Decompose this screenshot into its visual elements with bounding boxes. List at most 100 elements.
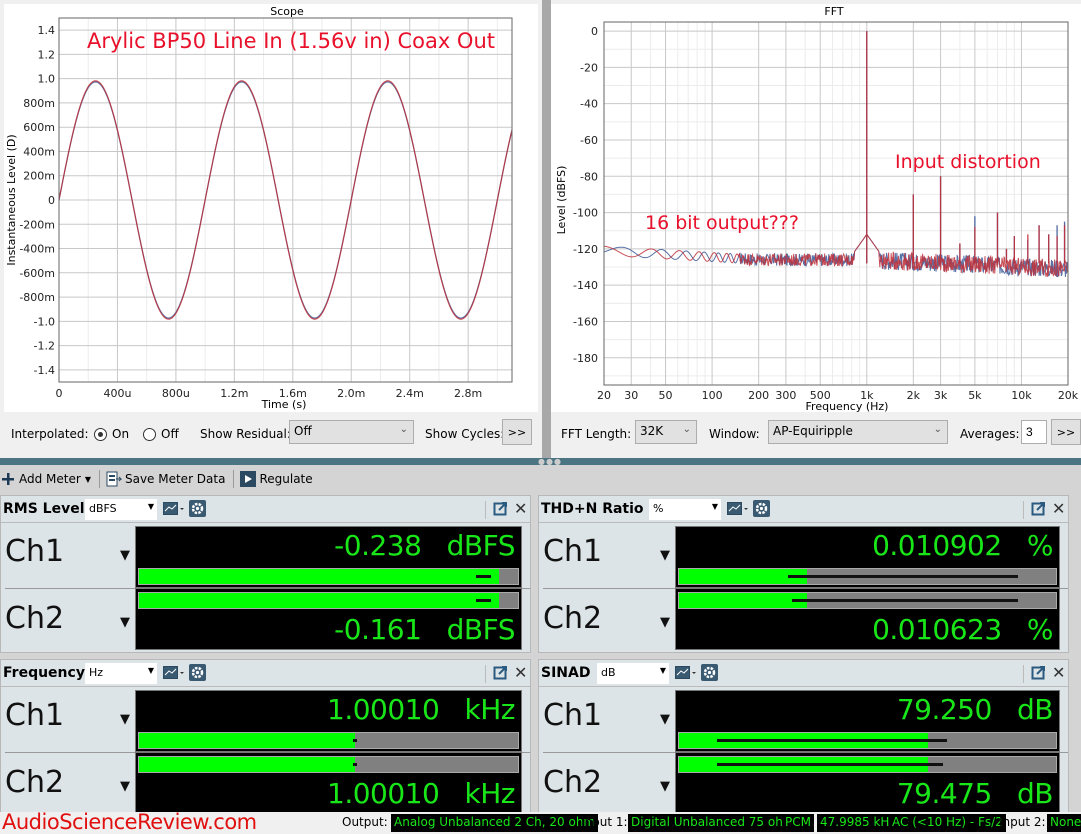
regulate-label: Regulate (259, 472, 313, 486)
scope-y-tick-label: -1.0 (34, 315, 55, 328)
close-icon[interactable]: ✕ (514, 499, 527, 518)
meter-title: RMS Level (3, 501, 85, 517)
scope-y-tick-label: -1.2 (34, 340, 55, 353)
meter-bar (138, 568, 519, 585)
save-meter-data-button[interactable]: Save Meter Data (106, 471, 225, 487)
horizontal-splitter[interactable]: ●●● (0, 458, 1081, 466)
meter-unit-select[interactable]: dBFS ▼ (85, 499, 157, 520)
interpolated-off-radio[interactable]: Off (143, 414, 179, 454)
graph-icon[interactable] (163, 665, 185, 681)
meter-display: 0.010902 % (675, 526, 1060, 588)
channel-label: Ch2 (5, 765, 65, 800)
fft-y-tick-label: -160 (573, 315, 598, 328)
meter-channel-ch2: Ch2 ▼ 1.00010 kHz (1, 752, 530, 816)
channel-menu-caret-icon[interactable]: ▼ (660, 615, 670, 630)
window-select[interactable]: AP-Equiripple ⌄ (768, 420, 948, 444)
fft-length-select[interactable]: 32K ⌄ (635, 420, 697, 444)
gear-icon[interactable] (189, 664, 206, 681)
channel-label: Ch2 (543, 765, 603, 800)
meter-unit-value: dBFS (89, 502, 117, 515)
meter-display: 79.475 dB (675, 752, 1060, 814)
show-residual-label: Show Residual: (200, 427, 291, 441)
meter-channel-ch2: Ch2 ▼ -0.161 dBFS (1, 588, 530, 652)
meter-unit-select[interactable]: dB ▼ (597, 663, 669, 684)
fft-length-value: 32K (640, 424, 664, 438)
meter-value: -0.238 (334, 529, 422, 562)
interpolated-on-radio[interactable]: On (94, 414, 129, 454)
meter-title: Frequency (3, 665, 85, 681)
graph-icon[interactable] (727, 501, 749, 517)
input2-value[interactable]: None (1047, 814, 1081, 832)
meter-channel-ch1: Ch1 ▼ 79.250 dB (539, 688, 1068, 753)
output-value[interactable]: Analog Unbalanced 2 Ch, 20 ohm (391, 814, 599, 832)
filter-value[interactable]: AC (<10 Hz) - Fs/2 (889, 814, 1006, 832)
scope-chart[interactable]: Scope 1.4 1.2 1.0 800m 600m 400m 200m 0 -200m -40… (4, 4, 538, 412)
caret-down-icon: ▼ (711, 502, 718, 511)
meter-bar-range (353, 763, 357, 766)
channel-label: Ch1 (543, 534, 603, 569)
show-cycles-label: Show Cycles: (425, 427, 505, 441)
toolbar-separator (98, 470, 100, 488)
channel-menu-caret-icon[interactable]: ▼ (660, 712, 670, 727)
format-value[interactable]: PCM (782, 814, 814, 832)
fft-annotation-distortion: Input distortion (895, 151, 1041, 173)
meter-value: 1.00010 (327, 777, 440, 810)
meter-display: 1.00010 kHz (135, 752, 522, 814)
popout-icon[interactable] (1031, 501, 1047, 517)
popout-icon[interactable] (1031, 665, 1047, 681)
header-separator (485, 501, 486, 519)
meter-bar (678, 732, 1057, 749)
show-residual-value: Off (294, 424, 312, 438)
fft-x-tick-label: 20 (597, 389, 611, 402)
channel-menu-caret-icon[interactable]: ▼ (120, 615, 130, 630)
graph-icon[interactable] (675, 665, 697, 681)
input1-value[interactable]: Digital Unbalanced 75 ohm (628, 814, 798, 832)
meter-readout: 1.00010 kHz (327, 693, 515, 726)
close-icon[interactable]: ✕ (1052, 663, 1065, 682)
fft-y-tick-label: 0 (591, 25, 598, 38)
gear-icon[interactable] (753, 500, 770, 517)
meter-readout: -0.238 dBFS (334, 529, 515, 562)
scope-y-tick-label: 800m (23, 97, 55, 110)
scope-y-axis-label: Instantaneous Level (D) (5, 134, 18, 265)
meter-value-unit: % (1026, 613, 1054, 646)
close-icon[interactable]: ✕ (514, 663, 527, 682)
channel-menu-caret-icon[interactable]: ▼ (120, 712, 130, 727)
fft-x-tick-label: 20k (1058, 389, 1079, 402)
scope-more-button[interactable]: >> (502, 419, 532, 445)
header-separator (1023, 501, 1024, 519)
meter-bar-range (476, 599, 492, 602)
popout-icon[interactable] (493, 665, 509, 681)
add-meter-button[interactable]: Add Meter ▼ (0, 471, 91, 487)
fft-more-button[interactable]: >> (1051, 419, 1081, 445)
meter-unit-select[interactable]: % ▼ (649, 499, 721, 520)
show-residual-select[interactable]: Off ⌄ (289, 420, 414, 444)
meter-header: Frequency Hz ▼ ✕ (1, 660, 530, 687)
fft-chart[interactable]: FFT 0 -20 -40 -60 -80 -100 -120 -140 -160 -180 20… (551, 4, 1081, 413)
regulate-button[interactable]: Regulate (240, 471, 313, 487)
meter-bar (678, 592, 1057, 609)
channel-menu-caret-icon[interactable]: ▼ (120, 548, 130, 563)
meter-bar (678, 756, 1057, 773)
input2-label: Input 2: (999, 815, 1046, 829)
meter-readout: 79.475 dB (897, 777, 1054, 810)
gear-icon[interactable] (701, 664, 718, 681)
channel-menu-caret-icon[interactable]: ▼ (660, 548, 670, 563)
close-icon[interactable]: ✕ (1052, 499, 1065, 518)
meter-channel-ch2: Ch2 ▼ 0.010623 % (539, 588, 1068, 652)
channel-menu-caret-icon[interactable]: ▼ (660, 779, 670, 794)
samplerate-value[interactable]: 47.9985 kHz (817, 814, 899, 832)
channel-menu-caret-icon[interactable]: ▼ (120, 779, 130, 794)
meter-bar (138, 732, 519, 749)
meter-bar-fill (139, 733, 356, 748)
fft-x-tick-label: 3k (934, 389, 948, 402)
meter-unit-select[interactable]: Hz ▼ (85, 663, 157, 684)
averages-input[interactable] (1021, 420, 1047, 444)
gear-icon[interactable] (189, 500, 206, 517)
vertical-splitter[interactable] (542, 0, 551, 458)
meter-value-unit: kHz (464, 693, 516, 726)
fft-x-tick-label: 10k (1011, 389, 1032, 402)
graph-icon[interactable] (163, 501, 185, 517)
meter-header: SINAD dB ▼ ✕ (539, 660, 1068, 687)
popout-icon[interactable] (493, 501, 509, 517)
